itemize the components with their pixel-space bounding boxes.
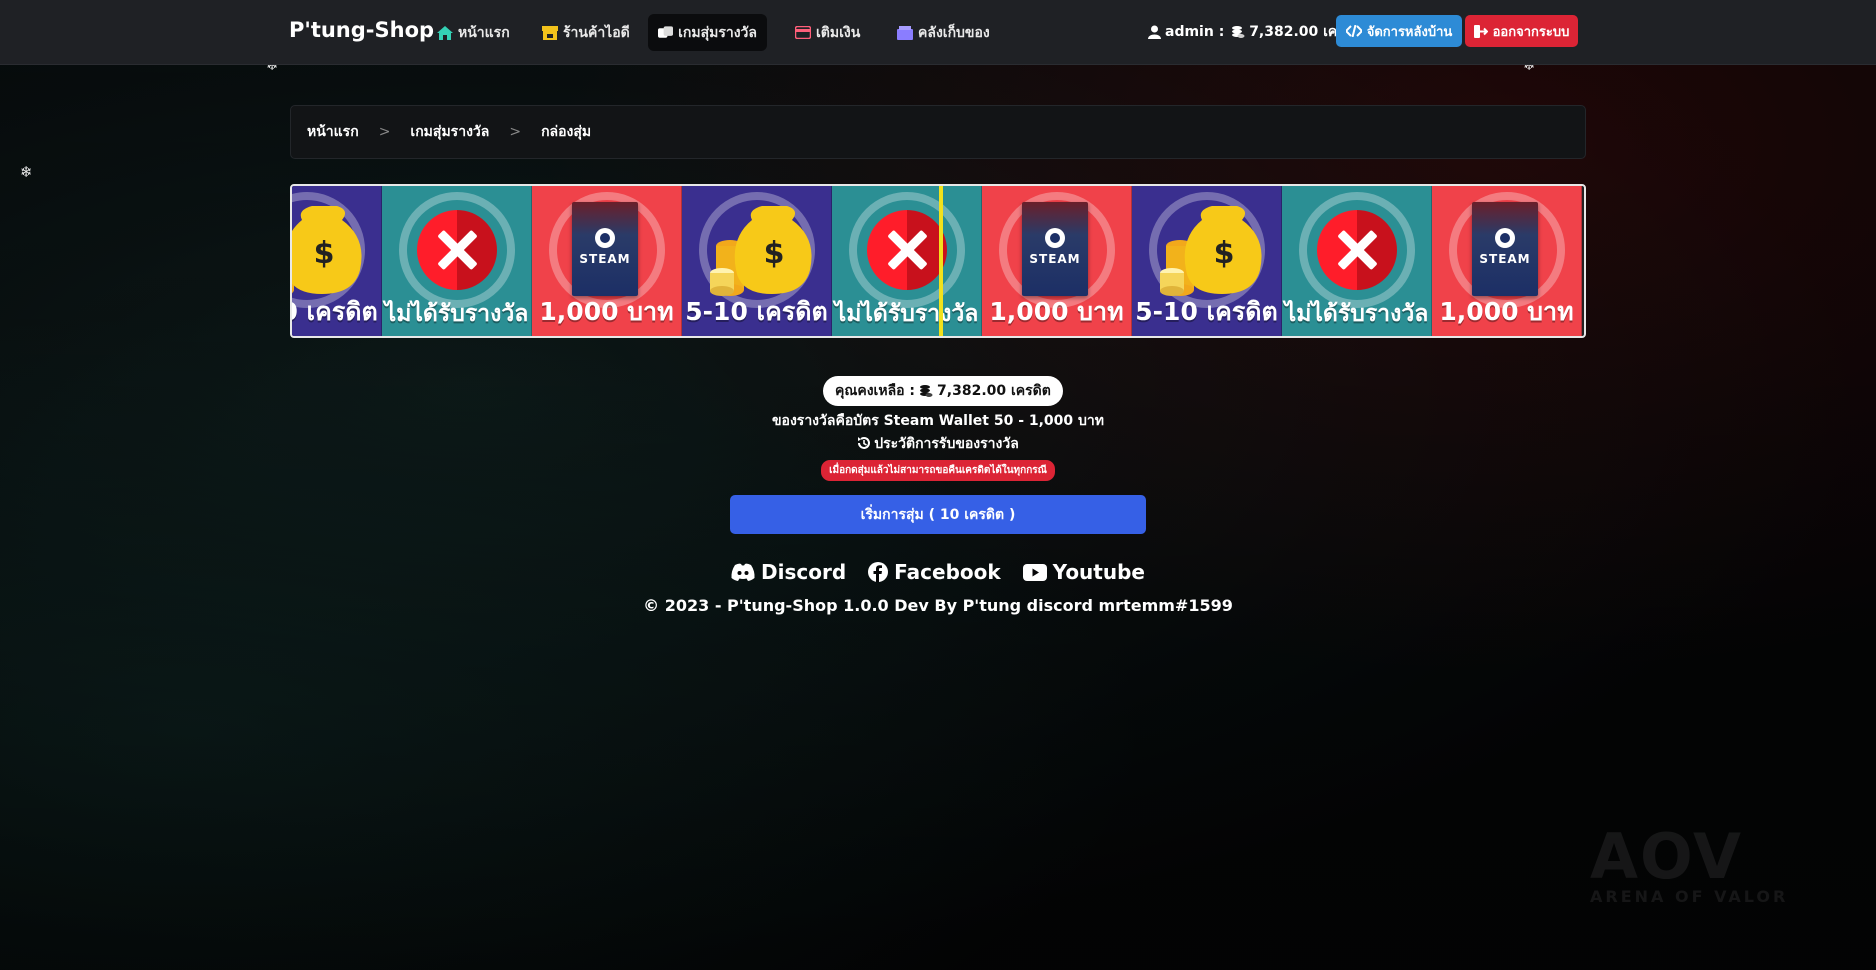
money-bag-icon: $ <box>292 206 362 294</box>
reel-tile-money: $ 5-10 เครดิต <box>1132 186 1282 336</box>
brand-logo[interactable]: P'tung-Shop <box>289 18 434 42</box>
steam-card-icon: STEAM <box>1472 202 1538 296</box>
start-spin-button[interactable]: เริ่มการสุ่ม ( 10 เครดิต ) <box>730 495 1146 534</box>
prize-reel: $ 5-10 เครดิต ไม่ได้รับรางวัล STEAM 1,00… <box>290 184 1586 338</box>
facebook-icon <box>868 562 889 582</box>
breadcrumb-separator: > <box>378 124 391 140</box>
reel-tile-no-prize: ไม่ได้รับรางวัล <box>1282 186 1432 336</box>
dice-icon <box>658 25 674 38</box>
logout-icon <box>1473 24 1488 38</box>
warning-wrap: เมื่อกดสุ่มแล้วไม่สามารถขอคืนเครดิตได้ใน… <box>0 458 1876 481</box>
youtube-link[interactable]: Youtube <box>1022 560 1145 584</box>
svg-text:$: $ <box>314 236 335 271</box>
balance-pill: คุณคงเหลือ : 7,382.00 เครดิต <box>823 376 1063 406</box>
snowflake-icon: ❄ <box>20 163 33 181</box>
reel-tile-steam: STEAM 1,000 บาท <box>532 186 682 336</box>
steam-card-icon: STEAM <box>572 202 638 296</box>
reel-tile-no-prize: ไม่ได้รับรางวัล <box>382 186 532 336</box>
user-icon <box>1148 25 1161 39</box>
home-icon <box>437 25 453 40</box>
svg-text:$: $ <box>1214 236 1235 271</box>
coins-icon <box>1232 26 1245 38</box>
close-icon <box>1317 210 1397 290</box>
nav-item-home[interactable]: หน้าแรก <box>427 14 520 51</box>
code-icon <box>1345 25 1362 37</box>
steam-card-icon: STEAM <box>1022 202 1088 296</box>
nav-item-store[interactable]: ร้านค้าไอดี <box>532 14 640 51</box>
reel-tile-steam: STEAM 1,000 บาท <box>982 186 1132 336</box>
svg-text:$: $ <box>764 236 785 271</box>
history-icon <box>858 437 871 449</box>
discord-link[interactable]: Discord <box>731 560 846 584</box>
reel-tile-no-prize: ไม่ได้รับรางวัล <box>832 186 982 336</box>
navbar: P'tung-Shop หน้าแรก ร้านค้าไอดี เกมสุ่มร… <box>0 0 1876 65</box>
youtube-icon <box>1022 563 1047 581</box>
reel-tile-money: $ 5-10 เครดิต <box>682 186 832 336</box>
social-links: Discord Facebook Youtube <box>0 560 1876 584</box>
breadcrumb-item-current: กล่องสุ่ม <box>541 124 592 140</box>
admin-panel-button[interactable]: จัดการหลังบ้าน <box>1336 15 1462 47</box>
prize-description: ของรางวัลคือบัตร Steam Wallet 50 - 1,000… <box>771 413 1105 429</box>
close-icon <box>417 210 497 290</box>
user-credit-display: admin : 7,382.00 เครดิต <box>1148 21 1363 43</box>
breadcrumb-item-gacha[interactable]: เกมสุ่มรางวัล <box>410 121 489 143</box>
close-icon <box>867 210 947 290</box>
wallet-icon <box>795 26 811 39</box>
money-bag-icon: $ <box>710 206 812 296</box>
money-bag-icon: $ <box>1160 206 1262 296</box>
box-icon <box>897 25 913 40</box>
reel-strip: $ 5-10 เครดิต ไม่ได้รับรางวัล STEAM 1,00… <box>292 186 1582 336</box>
copyright-text: © 2023 - P'tung-Shop 1.0.0 Dev By P'tung… <box>643 596 1233 615</box>
coins-icon <box>920 385 933 397</box>
aov-watermark: AOV ARENA OF VALOR <box>1590 820 1789 906</box>
store-icon <box>542 25 558 40</box>
discord-icon <box>731 563 755 581</box>
logout-button[interactable]: ออกจากระบบ <box>1465 15 1578 47</box>
breadcrumb: หน้าแรก > เกมสุ่มรางวัล > กล่องสุ่ม <box>290 105 1586 159</box>
breadcrumb-separator: > <box>509 124 522 140</box>
reel-tile-steam: STEAM 1,000 บาท <box>1432 186 1582 336</box>
reel-pointer <box>939 186 943 336</box>
history-link[interactable]: ประวัติการรับของรางวัล <box>0 433 1876 455</box>
breadcrumb-item-home[interactable]: หน้าแรก <box>307 121 359 143</box>
nav-item-gacha[interactable]: เกมสุ่มรางวัล <box>648 14 767 51</box>
no-refund-warning-badge: เมื่อกดสุ่มแล้วไม่สามารถขอคืนเครดิตได้ใน… <box>821 460 1055 481</box>
reel-tile-money: $ 5-10 เครดิต <box>292 186 382 336</box>
nav-item-inventory[interactable]: คลังเก็บของ <box>887 14 1000 51</box>
nav-item-topup[interactable]: เติมเงิน <box>785 14 870 51</box>
facebook-link[interactable]: Facebook <box>868 560 1001 584</box>
